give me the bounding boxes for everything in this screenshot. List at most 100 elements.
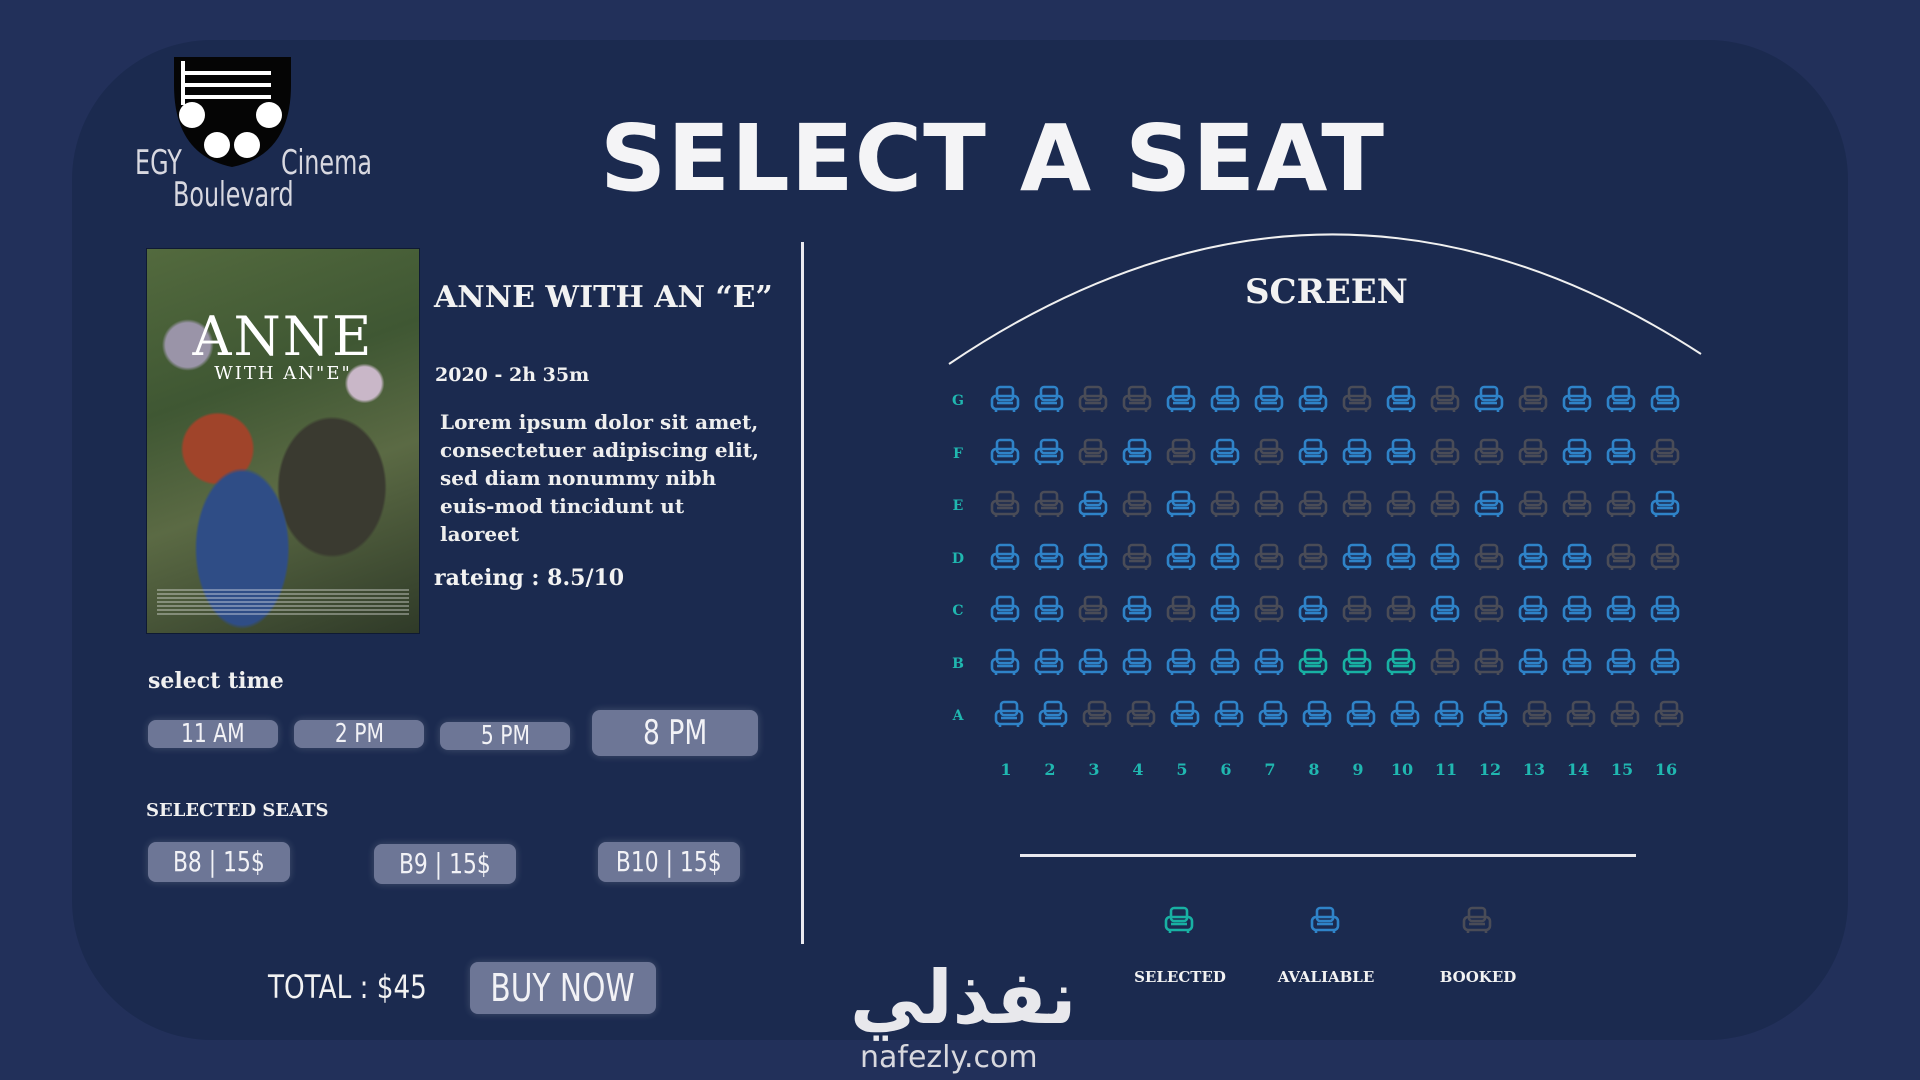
seat-g1-available[interactable] [990,385,1022,415]
seat-c1-available[interactable] [990,595,1022,625]
selected-seat-chip[interactable]: B9 | 15$ [374,844,516,884]
seat-b15-available[interactable] [1606,648,1638,678]
seat-f15-available[interactable] [1606,438,1638,468]
selected-seats-label: SELECTED SEATS [146,800,329,821]
seat-g7-available[interactable] [1254,385,1286,415]
seat-c15-available[interactable] [1606,595,1638,625]
seat-e16-available[interactable] [1650,490,1682,520]
time-option-8pm[interactable]: 8 PM [592,710,758,756]
seat-b7-available[interactable] [1254,648,1286,678]
seat-a8-available[interactable] [1302,700,1334,730]
row-label-d: D [951,550,965,567]
seat-c6-available[interactable] [1210,595,1242,625]
seat-e12-available[interactable] [1474,490,1506,520]
seat-e3-available[interactable] [1078,490,1110,520]
seat-f10-available[interactable] [1386,438,1418,468]
column-label-14: 14 [1566,760,1590,779]
seat-e5-available[interactable] [1166,490,1198,520]
seat-b9-selected[interactable] [1342,648,1374,678]
seat-d11-available[interactable] [1430,543,1462,573]
seat-d8-booked [1298,543,1330,573]
seat-a14-booked [1566,700,1598,730]
row-label-f: F [953,445,963,462]
seat-c11-available[interactable] [1430,595,1462,625]
selected-seat-chip[interactable]: B10 | 15$ [598,842,740,882]
seat-c7-booked [1254,595,1286,625]
total-price: TOTAL : $45 [268,968,427,1006]
seat-b1-available[interactable] [990,648,1022,678]
horizontal-divider [1020,854,1636,857]
seat-c16-available[interactable] [1650,595,1682,625]
seat-g15-available[interactable] [1606,385,1638,415]
seat-b6-available[interactable] [1210,648,1242,678]
seat-b2-available[interactable] [1034,648,1066,678]
seat-g2-available[interactable] [1034,385,1066,415]
seat-f9-available[interactable] [1342,438,1374,468]
seat-g13-booked [1518,385,1550,415]
row-label-e: E [952,498,964,514]
seat-f8-available[interactable] [1298,438,1330,468]
time-option-5pm[interactable]: 5 PM [440,722,570,750]
seat-e4-booked [1122,490,1154,520]
seat-f1-available[interactable] [990,438,1022,468]
seat-a7-available[interactable] [1258,700,1290,730]
buy-now-button[interactable]: BUY NOW [470,962,656,1014]
seat-e6-booked [1210,490,1242,520]
seat-d7-booked [1254,543,1286,573]
column-label-13: 13 [1522,760,1546,779]
time-option-2pm[interactable]: 2 PM [294,720,424,748]
seat-g10-available[interactable] [1386,385,1418,415]
seat-a11-available[interactable] [1434,700,1466,730]
seat-c8-available[interactable] [1298,595,1330,625]
seat-g16-available[interactable] [1650,385,1682,415]
seat-f6-available[interactable] [1210,438,1242,468]
seat-d10-available[interactable] [1386,543,1418,573]
seat-b8-selected[interactable] [1298,648,1330,678]
seat-c2-available[interactable] [1034,595,1066,625]
seat-c13-available[interactable] [1518,595,1550,625]
seat-d1-available[interactable] [990,543,1022,573]
seat-f3-booked [1078,438,1110,468]
seat-b13-available[interactable] [1518,648,1550,678]
seat-c10-booked [1386,595,1418,625]
seat-f7-booked [1254,438,1286,468]
seat-a6-available[interactable] [1214,700,1246,730]
seat-a9-available[interactable] [1346,700,1378,730]
seat-d3-available[interactable] [1078,543,1110,573]
time-option-11am[interactable]: 11 AM [148,720,278,748]
legend-available-label: AVALIABLE [1277,968,1375,986]
seat-g8-available[interactable] [1298,385,1330,415]
seat-f16-booked [1650,438,1682,468]
seat-a2-available[interactable] [1038,700,1070,730]
seat-b4-available[interactable] [1122,648,1154,678]
selected-seat-chip[interactable]: B8 | 15$ [148,842,290,882]
seat-d2-available[interactable] [1034,543,1066,573]
seat-f2-available[interactable] [1034,438,1066,468]
seat-b3-available[interactable] [1078,648,1110,678]
seat-a5-available[interactable] [1170,700,1202,730]
seat-d9-available[interactable] [1342,543,1374,573]
seat-f14-available[interactable] [1562,438,1594,468]
seat-b14-available[interactable] [1562,648,1594,678]
seat-a12-available[interactable] [1478,700,1510,730]
seat-g12-available[interactable] [1474,385,1506,415]
seat-a1-available[interactable] [994,700,1026,730]
seat-c14-available[interactable] [1562,595,1594,625]
seat-a10-available[interactable] [1390,700,1422,730]
seat-d6-available[interactable] [1210,543,1242,573]
seat-c4-available[interactable] [1122,595,1154,625]
seat-f4-available[interactable] [1122,438,1154,468]
seat-b5-available[interactable] [1166,648,1198,678]
seat-g14-available[interactable] [1562,385,1594,415]
seat-b10-selected[interactable] [1386,648,1418,678]
seat-e8-booked [1298,490,1330,520]
seat-g5-available[interactable] [1166,385,1198,415]
seat-d14-available[interactable] [1562,543,1594,573]
seat-d13-available[interactable] [1518,543,1550,573]
seat-c9-booked [1342,595,1374,625]
seat-b16-available[interactable] [1650,648,1682,678]
legend-available-seat-icon [1310,906,1342,936]
seat-c3-booked [1078,595,1110,625]
seat-d5-available[interactable] [1166,543,1198,573]
seat-g6-available[interactable] [1210,385,1242,415]
